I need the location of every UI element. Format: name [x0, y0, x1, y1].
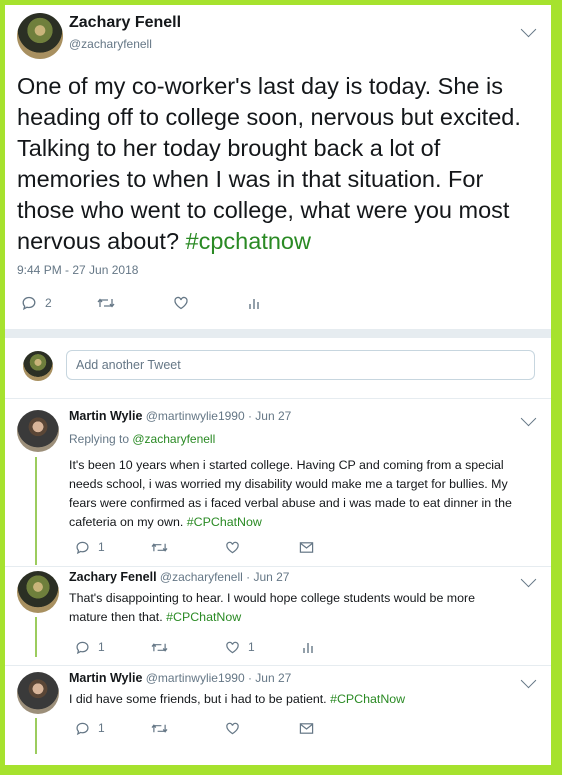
reply-button[interactable]: 1	[75, 718, 105, 738]
like-button[interactable]	[173, 293, 189, 313]
message-button[interactable]	[299, 537, 314, 557]
envelope-icon	[299, 722, 314, 734]
reply-header: Martin Wylie @martinwylie1990 · Jun 27	[69, 409, 291, 423]
author-name[interactable]: Zachary Fenell	[69, 14, 181, 32]
reply-actions: 1	[69, 537, 329, 557]
like-icon	[174, 296, 188, 310]
tweet-text: One of my co-worker's last day is today.…	[17, 71, 542, 257]
reply-line: I did have some friends, but i had to be…	[69, 692, 331, 706]
chevron-down-icon[interactable]	[520, 571, 537, 588]
message-button[interactable]	[299, 718, 314, 738]
chevron-down-icon[interactable]	[520, 672, 537, 689]
reply-button[interactable]: 2	[21, 293, 52, 313]
reply-text: It's been 10 years when i started colleg…	[69, 456, 539, 532]
divider	[5, 665, 551, 666]
divider	[5, 566, 551, 567]
reply-actions: 1 1	[69, 637, 329, 657]
reply-actions: 1	[69, 718, 329, 738]
replying-to: Replying to @zacharyfenell	[69, 432, 215, 446]
like-button[interactable]	[225, 718, 240, 738]
replying-prefix: Replying to	[69, 432, 133, 446]
retweet-button[interactable]	[97, 293, 115, 313]
reply-handle-time[interactable]: @martinwylie1990 · Jun 27	[146, 671, 292, 685]
add-tweet-input[interactable]: Add another Tweet	[66, 350, 535, 380]
compose-avatar	[23, 351, 53, 381]
reply-button[interactable]: 1	[75, 537, 105, 557]
tweet-timestamp[interactable]: 9:44 PM - 27 Jun 2018	[17, 263, 138, 277]
replying-to-link[interactable]: @zacharyfenell	[132, 432, 215, 446]
hashtag-link[interactable]: #CPChatNow	[330, 692, 405, 706]
thread-line	[35, 718, 37, 754]
analytics-icon	[249, 299, 259, 309]
reply-icon	[76, 722, 89, 735]
reply-header: Martin Wylie @martinwylie1990 · Jun 27	[69, 671, 291, 685]
thread-line	[35, 457, 37, 565]
retweet-button[interactable]	[151, 637, 168, 657]
reply-handle-time[interactable]: @martinwylie1990 · Jun 27	[146, 409, 292, 423]
reply-line: needs school, i was worried my disabilit…	[69, 477, 508, 491]
avatar[interactable]	[17, 672, 59, 714]
reply-author-name[interactable]: Martin Wylie	[69, 409, 142, 423]
retweet-icon	[151, 542, 168, 552]
retweet-icon	[151, 723, 168, 733]
reply-line: fears were confirmed as i faced verbal a…	[69, 496, 512, 510]
hashtag-link[interactable]: #CPChatNow	[166, 610, 241, 624]
author-handle[interactable]: @zacharyfenell	[69, 37, 152, 51]
chevron-down-icon[interactable]	[520, 410, 537, 427]
reply-line: That's disappointing to hear. I would ho…	[69, 591, 476, 605]
like-icon	[226, 541, 239, 553]
avatar[interactable]	[17, 571, 59, 613]
tweet-body: One of my co-worker's last day is today.…	[17, 73, 521, 254]
reply-author-name[interactable]: Martin Wylie	[69, 671, 142, 685]
hashtag-link[interactable]: #CPChatNow	[187, 515, 262, 529]
reply-line-last: cafeteria on my own. #CPChatNow	[69, 513, 539, 532]
retweet-button[interactable]	[151, 718, 168, 738]
reply-header: Zachary Fenell @zacharyfenell · Jun 27	[69, 570, 289, 584]
retweet-button[interactable]	[151, 537, 168, 557]
thread-line	[35, 617, 37, 657]
avatar[interactable]	[17, 410, 59, 452]
avatar[interactable]	[17, 13, 63, 59]
retweet-icon	[97, 298, 115, 308]
analytics-icon	[303, 643, 313, 653]
reply-line-last: mature then that. #CPChatNow	[69, 608, 539, 627]
reply-line-last: I did have some friends, but i had to be…	[69, 690, 539, 709]
chevron-down-icon[interactable]	[520, 21, 537, 38]
reply-line: mature then that.	[69, 610, 167, 624]
reply-text: I did have some friends, but i had to be…	[69, 690, 539, 709]
like-icon	[226, 722, 239, 734]
reply-text: That's disappointing to hear. I would ho…	[69, 589, 539, 627]
reply-count: 2	[45, 296, 52, 310]
reply-button[interactable]: 1	[75, 637, 105, 657]
reply-count: 1	[98, 540, 105, 554]
retweet-icon	[151, 642, 168, 652]
reply-author-name[interactable]: Zachary Fenell	[69, 570, 157, 584]
like-icon	[226, 641, 239, 653]
reply-line: It's been 10 years when i started colleg…	[69, 458, 504, 472]
analytics-button[interactable]	[301, 637, 315, 657]
reply-icon	[76, 641, 89, 654]
reply-count: 1	[98, 640, 105, 654]
reply-icon	[76, 541, 89, 554]
tweet-card: Zachary Fenell @zacharyfenell One of my …	[5, 5, 551, 765]
tweet-actions: 2	[17, 293, 277, 313]
envelope-icon	[299, 541, 314, 553]
like-button[interactable]	[225, 537, 240, 557]
analytics-button[interactable]	[247, 293, 261, 313]
reply-handle-time[interactable]: @zacharyfenell · Jun 27	[160, 570, 290, 584]
hashtag-link[interactable]: #cpchatnow	[186, 228, 311, 254]
reply-icon	[22, 296, 36, 311]
reply-count: 1	[98, 721, 105, 735]
like-button[interactable]: 1	[225, 637, 255, 657]
reply-line: cafeteria on my own.	[69, 515, 187, 529]
divider	[5, 398, 551, 399]
section-divider	[5, 329, 551, 338]
like-count: 1	[248, 640, 255, 654]
